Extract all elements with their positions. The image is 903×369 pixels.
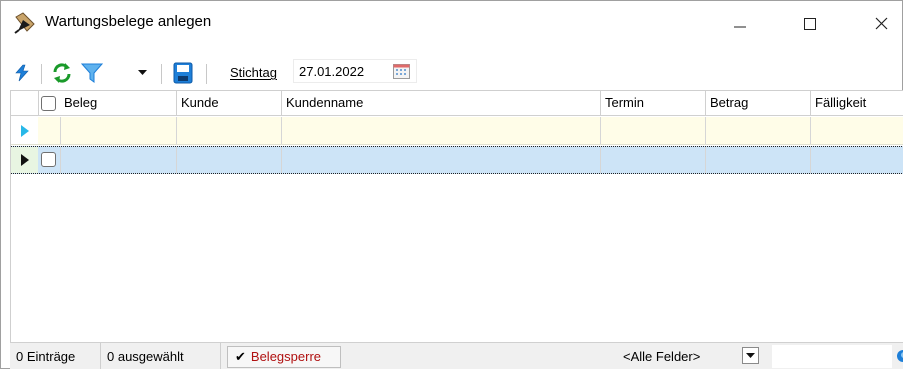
beleg-grid[interactable]: Beleg Kunde Kundenname Termin Betrag Fäl… [10, 90, 903, 342]
filter-row[interactable] [11, 117, 903, 145]
field-filter-value: <Alle Felder> [623, 349, 701, 364]
new-cell-faelligkeit[interactable] [811, 147, 903, 173]
checkmark-icon: ✔ [235, 349, 246, 364]
filter-cell-termin[interactable] [601, 117, 706, 144]
new-row[interactable] [11, 146, 903, 174]
stichtag-date-field[interactable]: 27.01.2022 [293, 59, 417, 83]
filter-cell-betrag[interactable] [706, 117, 811, 144]
current-row-arrow-icon [20, 154, 29, 166]
save-icon [173, 62, 193, 84]
belegsperre-toggle[interactable]: ✔ Belegsperre [227, 346, 341, 368]
stichtag-label: Stichtag [230, 65, 277, 80]
calendar-icon[interactable] [393, 64, 410, 79]
column-header-beleg[interactable]: Beleg [59, 91, 177, 116]
column-header-faelligkeit[interactable]: Fälligkeit [811, 91, 903, 116]
filter-cell-beleg[interactable] [61, 117, 177, 144]
belegsperre-label: Belegsperre [250, 349, 322, 364]
new-cell-kunde[interactable] [177, 147, 282, 173]
select-all-checkbox[interactable] [41, 96, 56, 111]
filter-icon [81, 63, 103, 83]
field-filter-dropdown-button[interactable] [742, 347, 759, 364]
refresh-icon [53, 63, 71, 83]
header-indicator-cell [11, 91, 39, 116]
new-cell-beleg[interactable] [61, 147, 177, 173]
filter-cell-kunde[interactable] [177, 117, 282, 144]
selected-count: 0 ausgewählt [101, 343, 221, 369]
entries-count: 0 Einträge [10, 343, 101, 369]
filter-dropdown-button[interactable] [134, 64, 150, 82]
stichtag-date-value: 27.01.2022 [299, 64, 365, 79]
main-window: Wartungsbelege anlegen Stichtag 27.01.20… [0, 0, 903, 369]
column-header-kundenname[interactable]: Kundenname [282, 91, 601, 116]
toolbar-separator [41, 64, 42, 84]
minimize-button[interactable] [717, 1, 763, 46]
new-cell-termin[interactable] [601, 147, 706, 173]
close-icon [875, 17, 887, 30]
filter-button[interactable] [78, 60, 106, 86]
current-row-indicator [11, 147, 38, 173]
title-bar: Wartungsbelege anlegen [1, 1, 902, 46]
status-bar: 0 Einträge 0 ausgewählt ✔ Belegsperre <A… [10, 342, 903, 369]
filter-row-indicator [11, 117, 38, 144]
dropdown-arrow-icon [746, 352, 755, 358]
filter-row-arrow-icon [20, 124, 29, 137]
maximize-button[interactable] [787, 1, 833, 46]
pen-document-icon [14, 12, 35, 34]
filter-cell-kundenname[interactable] [282, 117, 601, 144]
refresh-button[interactable] [49, 60, 75, 86]
filter-cell-faelligkeit[interactable] [811, 117, 903, 144]
search-icon[interactable] [894, 347, 903, 365]
column-header-kunde[interactable]: Kunde [177, 91, 282, 116]
lightning-icon [15, 64, 29, 82]
column-header-betrag[interactable]: Betrag [706, 91, 811, 116]
save-button[interactable] [170, 60, 196, 86]
maximize-icon [804, 17, 816, 30]
close-button[interactable] [858, 1, 903, 46]
new-cell-check [38, 147, 61, 173]
minimize-icon [734, 26, 746, 27]
grid-header: Beleg Kunde Kundenname Termin Betrag Fäl… [11, 91, 903, 116]
new-cell-betrag[interactable] [706, 147, 811, 173]
column-header-termin[interactable]: Termin [601, 91, 706, 116]
toolbar-separator [206, 64, 207, 84]
filter-cell-check[interactable] [38, 117, 61, 144]
window-title: Wartungsbelege anlegen [45, 13, 212, 30]
toolbar-separator [161, 64, 162, 84]
search-input[interactable] [772, 345, 892, 368]
lightning-button[interactable] [11, 61, 33, 85]
dropdown-arrow-icon [137, 70, 147, 75]
new-cell-kundenname[interactable] [282, 147, 601, 173]
